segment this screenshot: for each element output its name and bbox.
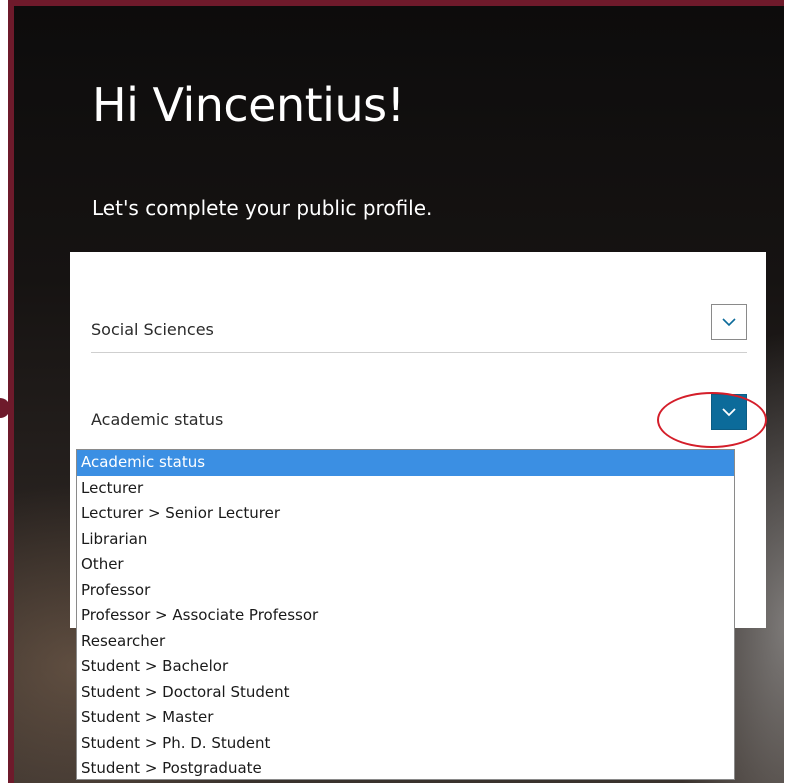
dropdown-option[interactable]: Librarian	[77, 527, 734, 553]
subject-area-toggle-button[interactable]	[711, 304, 747, 340]
dropdown-option[interactable]: Lecturer > Senior Lecturer	[77, 501, 734, 527]
chevron-down-icon	[722, 407, 736, 416]
dropdown-option[interactable]: Other	[77, 552, 734, 578]
academic-status-select[interactable]: Academic status	[91, 388, 747, 444]
dropdown-option[interactable]: Student > Bachelor	[77, 654, 734, 680]
dropdown-option[interactable]: Professor > Associate Professor	[77, 603, 734, 629]
dropdown-option[interactable]: Researcher	[77, 629, 734, 655]
dropdown-option[interactable]: Professor	[77, 578, 734, 604]
dropdown-option[interactable]: Student > Master	[77, 705, 734, 731]
dropdown-option[interactable]: Student > Doctoral Student	[77, 680, 734, 706]
dropdown-option[interactable]: Academic status	[77, 450, 734, 476]
academic-status-value: Academic status	[91, 410, 224, 429]
greeting-heading: Hi Vincentius!	[92, 78, 405, 132]
dropdown-option[interactable]: Lecturer	[77, 476, 734, 502]
subject-area-select[interactable]: Social Sciences	[91, 296, 747, 353]
academic-status-toggle-button[interactable]	[711, 394, 747, 430]
profile-subtitle: Let's complete your public profile.	[92, 196, 433, 220]
chevron-down-icon	[722, 317, 736, 326]
dropdown-options: Academic status Lecturer Lecturer > Seni…	[77, 450, 734, 779]
dropdown-option[interactable]: Student > Ph. D. Student	[77, 731, 734, 757]
dropdown-option[interactable]: Student > Postgraduate	[77, 756, 734, 779]
subject-area-value: Social Sciences	[91, 320, 214, 339]
academic-status-dropdown-list[interactable]: Academic status Lecturer Lecturer > Seni…	[76, 449, 735, 780]
